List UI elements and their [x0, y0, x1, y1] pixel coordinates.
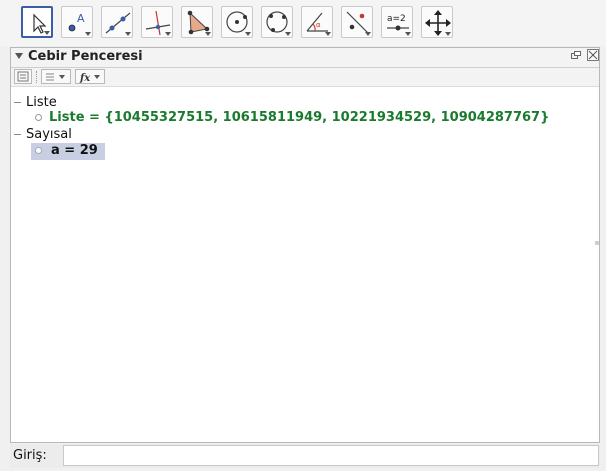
collapse-minus-icon[interactable] — [14, 102, 21, 103]
move-arrow-icon — [33, 13, 47, 34]
collapse-minus-icon[interactable] — [14, 134, 21, 135]
circle-center-tool-button[interactable] — [221, 6, 253, 38]
angle-tool-button[interactable]: α — [301, 6, 333, 38]
toolbar: A α a=2 — [0, 0, 606, 46]
svg-text:fx: fx — [79, 73, 91, 83]
polygon-tool-button[interactable] — [181, 6, 213, 38]
sort-by-button[interactable] — [41, 69, 71, 84]
geogebra-window: A α a=2 Cebir Penceresi fx Liste Liste =… — [0, 0, 606, 471]
description-mode-button[interactable]: fx — [75, 69, 105, 84]
input-field[interactable] — [63, 445, 599, 466]
undock-icon[interactable] — [571, 51, 581, 59]
algebra-view-titlebar: Cebir Penceresi — [11, 48, 599, 68]
toggle-auxiliary-button[interactable] — [14, 69, 32, 84]
move-tool-button[interactable] — [21, 6, 53, 38]
object-definition: Liste = {10455327515, 10615811949, 10221… — [49, 110, 550, 125]
input-label: Giriş: — [13, 448, 47, 463]
slider-icon-label: a=2 — [387, 14, 406, 24]
list-view-icon — [17, 71, 29, 82]
svg-text:A: A — [77, 12, 85, 25]
point-tool-button[interactable]: A — [61, 6, 93, 38]
scrollbar-indicator[interactable] — [595, 241, 599, 245]
circle-three-points-tool-button[interactable] — [261, 6, 293, 38]
algebra-style-bar: fx — [11, 68, 599, 87]
function-fx-icon: fx — [79, 73, 100, 84]
object-definition: a = 29 — [51, 143, 98, 158]
input-bar: Giriş: — [10, 444, 600, 468]
category-label: Sayısal — [26, 127, 72, 142]
move-graphics-view-tool-button[interactable] — [421, 6, 453, 38]
view-title: Cebir Penceresi — [28, 49, 143, 64]
slider-tool-button[interactable]: a=2 — [381, 6, 413, 38]
sort-icon — [46, 73, 65, 81]
category-liste[interactable]: Liste — [11, 95, 211, 111]
collapse-caret-icon[interactable] — [15, 53, 23, 59]
close-view-button[interactable] — [587, 49, 599, 61]
visibility-toggle-icon[interactable] — [35, 147, 42, 154]
reflect-tool-button[interactable] — [341, 6, 373, 38]
perpendicular-tool-button[interactable] — [141, 6, 173, 38]
category-label: Liste — [26, 95, 57, 110]
category-sayisal[interactable]: Sayısal — [11, 127, 211, 143]
algebra-view: Cebir Penceresi fx Liste Liste = {104553… — [10, 47, 600, 443]
close-icon — [588, 50, 598, 60]
svg-text:α: α — [316, 21, 321, 29]
divider — [36, 71, 38, 83]
line-tool-button[interactable] — [101, 6, 133, 38]
visibility-toggle-icon[interactable] — [35, 114, 42, 121]
list-item-a[interactable]: a = 29 — [31, 143, 105, 160]
